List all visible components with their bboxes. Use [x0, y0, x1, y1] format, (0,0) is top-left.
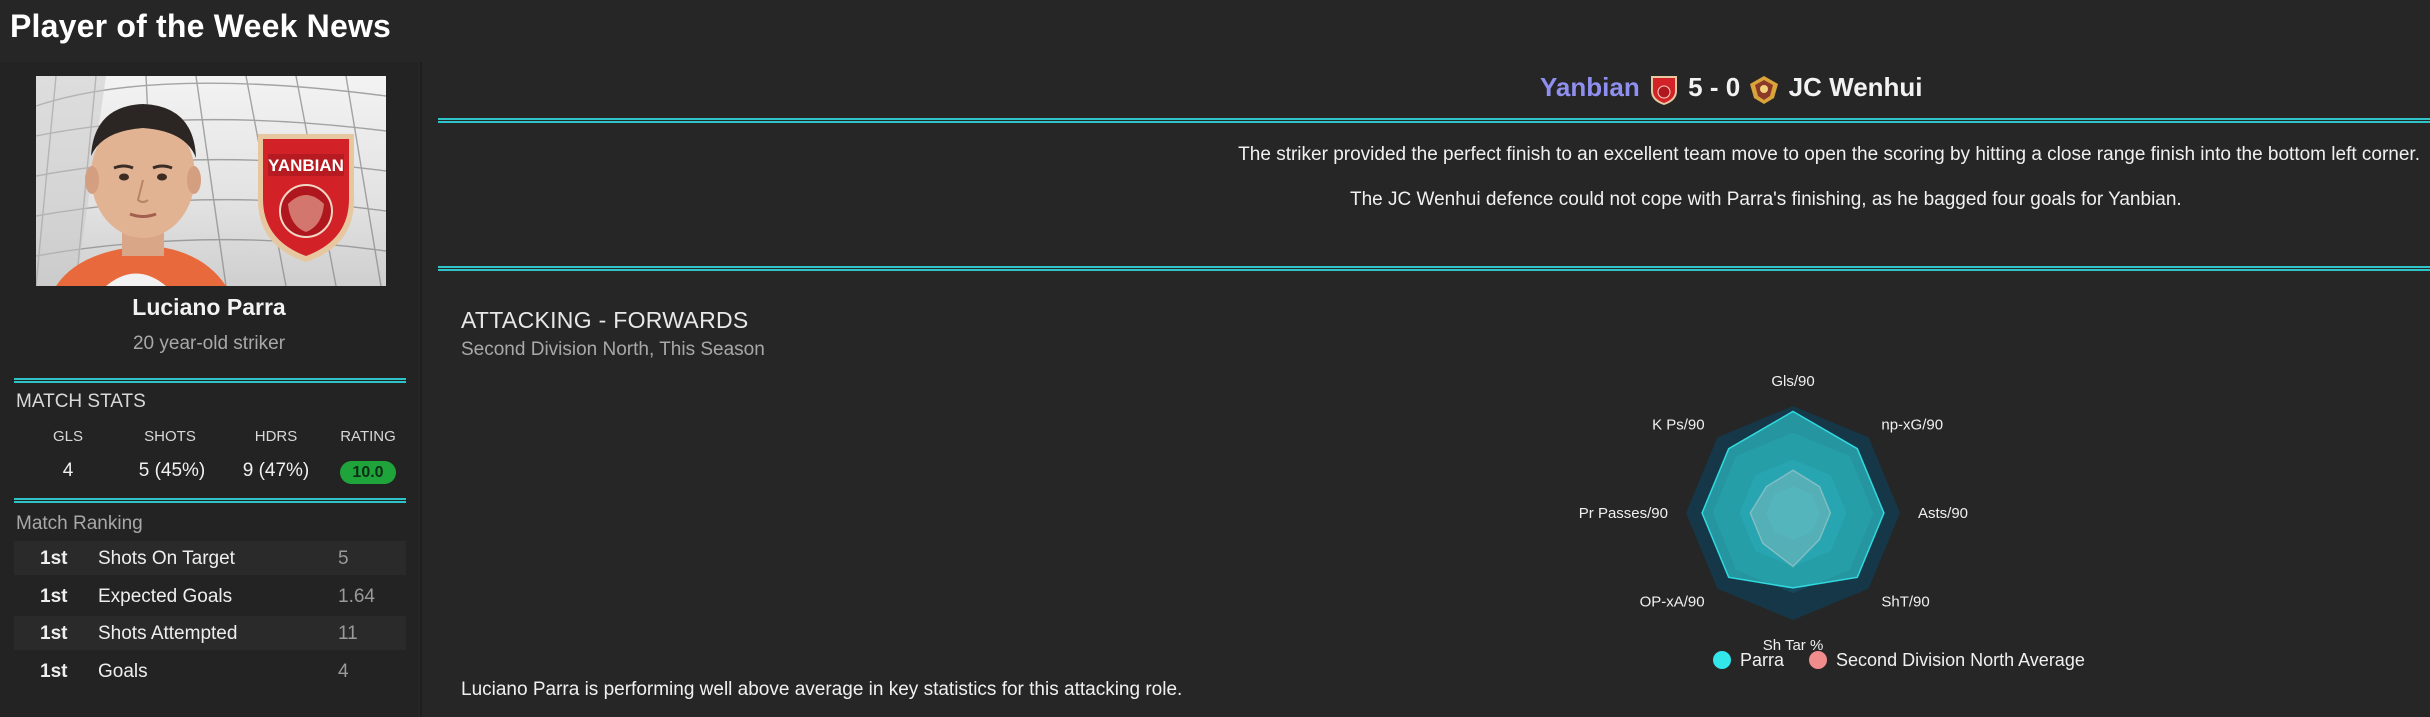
- stat-header-shots: SHOTS: [144, 428, 196, 445]
- player-portrait-image: YANBIAN: [36, 76, 386, 286]
- radar-axis-label: OP-xA/90: [1640, 593, 1705, 610]
- legend-label: Parra: [1740, 650, 1785, 670]
- stat-header-rating: RATING: [340, 428, 396, 445]
- ranking-row[interactable]: 1st Goals 4: [14, 654, 406, 688]
- ranking-stat-value: 11: [338, 623, 358, 644]
- panel-title: ATTACKING - FORWARDS: [461, 307, 749, 333]
- match-stats-label: MATCH STATS: [16, 391, 146, 412]
- radar-axis-label: Gls/90: [1771, 373, 1814, 390]
- match-ranking-label: Match Ranking: [16, 513, 143, 534]
- ranking-position: 1st: [40, 586, 68, 607]
- page-title: Player of the Week News: [10, 8, 392, 44]
- divider-rule: [14, 378, 406, 383]
- legend-item-parra[interactable]: Parra: [1713, 650, 1789, 670]
- news-paragraph: The striker provided the perfect finish …: [1238, 144, 2420, 165]
- radar-axis-label: K Ps/90: [1652, 417, 1705, 434]
- radar-chart: Gls/90np-xG/90Asts/90ShT/90Sh Tar %OP-xA…: [1579, 373, 1968, 654]
- panel-summary: Luciano Parra is performing well above a…: [461, 679, 1183, 700]
- ranking-stat-value: 1.64: [338, 586, 375, 607]
- club-crest-icon: YANBIAN: [258, 134, 354, 262]
- radar-axis-label: ShT/90: [1881, 593, 1929, 610]
- radar-axis-label: np-xG/90: [1881, 417, 1943, 434]
- stat-header-hdrs: HDRS: [254, 428, 298, 445]
- divider-rule: [438, 118, 2430, 123]
- stat-value-hdrs: 9 (47%): [242, 460, 310, 481]
- ranking-stat-value: 4: [338, 661, 349, 682]
- ranking-position: 1st: [40, 623, 68, 644]
- legend-swatch: [1713, 651, 1731, 669]
- ranking-position: 1st: [40, 661, 68, 682]
- ranking-stat-name: Shots Attempted: [98, 623, 238, 644]
- match-result: Yanbian 5 - 0 JC Wenhui: [1540, 72, 2140, 106]
- home-team-link[interactable]: Yanbian: [1540, 72, 1640, 102]
- rating-badge: 10.0: [340, 461, 396, 484]
- sidebar-divider: [420, 62, 422, 717]
- divider-rule: [14, 498, 406, 503]
- ranking-stat-name: Shots On Target: [98, 548, 235, 569]
- svg-text:YANBIAN: YANBIAN: [268, 156, 344, 175]
- away-team-link[interactable]: JC Wenhui: [1789, 72, 1923, 102]
- legend-item-average[interactable]: Second Division North Average: [1809, 650, 2085, 670]
- divider-rule: [438, 266, 2430, 271]
- match-score: 5 - 0: [1688, 72, 1741, 102]
- ranking-row[interactable]: 1st Expected Goals 1.64: [14, 579, 406, 613]
- jc-wenhui-crest-icon: [1750, 76, 1779, 105]
- ranking-stat-name: Goals: [98, 661, 148, 682]
- ranking-stat-name: Expected Goals: [98, 586, 233, 607]
- news-paragraph: The JC Wenhui defence could not cope wit…: [1350, 189, 2182, 210]
- player-photo[interactable]: YANBIAN: [36, 76, 386, 286]
- legend-label: Second Division North Average: [1836, 650, 2085, 670]
- player-description: 20 year-old striker: [132, 333, 286, 354]
- radar-axis-label: Asts/90: [1918, 505, 1968, 522]
- stat-value-shots: 5 (45%): [138, 460, 206, 481]
- ranking-row[interactable]: 1st Shots Attempted 11: [14, 616, 406, 650]
- ranking-row[interactable]: 1st Shots On Target 5: [14, 541, 406, 575]
- yanbian-crest-icon: [1650, 76, 1677, 106]
- legend-swatch: [1809, 651, 1828, 669]
- player-name[interactable]: Luciano Parra: [0, 294, 418, 321]
- ranking-stat-value: 5: [338, 548, 349, 569]
- player-sidebar: YANBIAN Luciano Parra 20 year-old strike…: [0, 62, 418, 717]
- chart-legend: Parra Second Division North Average: [1713, 650, 2085, 671]
- stat-value-gls: 4: [62, 460, 74, 481]
- ranking-position: 1st: [40, 548, 68, 569]
- stat-header-gls: GLS: [52, 428, 83, 445]
- radar-axis-label: Pr Passes/90: [1579, 505, 1668, 522]
- panel-subtitle: Second Division North, This Season: [461, 339, 765, 360]
